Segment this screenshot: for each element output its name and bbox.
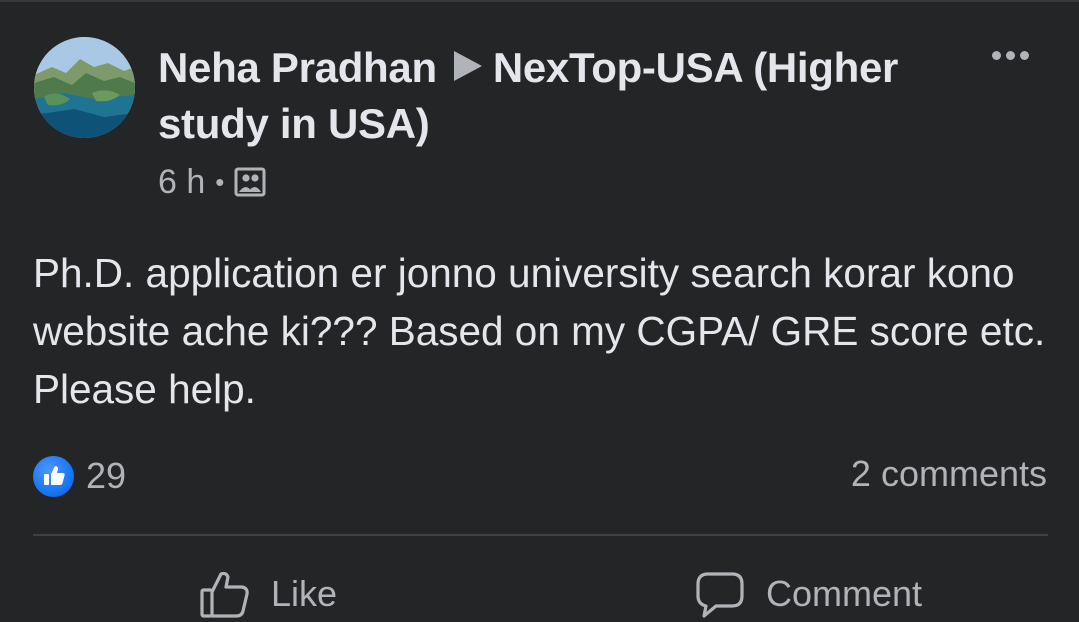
author-name[interactable]: Neha Pradhan — [158, 44, 437, 91]
triangle-right-icon — [451, 40, 483, 96]
reaction-count: 29 — [86, 455, 127, 496]
more-dot-icon — [1019, 50, 1029, 60]
more-dot-icon — [1005, 50, 1015, 60]
post-header-title: Neha Pradhan NexTop-USA (Higher study in … — [158, 40, 968, 152]
comment-label: Comment — [766, 573, 923, 614]
actions-divider — [33, 534, 1048, 536]
avatar-landscape-image — [34, 37, 135, 138]
thumbs-up-icon — [200, 571, 249, 618]
post-meta: 6 h • — [158, 160, 266, 204]
meta-separator: • — [215, 166, 225, 197]
post-timestamp[interactable]: 6 h — [158, 163, 205, 202]
top-edge-divider — [0, 0, 1079, 2]
comment-button[interactable]: Comment — [694, 566, 922, 622]
comments-count-link[interactable]: 2 comments — [851, 453, 1047, 495]
more-options-button[interactable] — [985, 40, 1035, 70]
post-body-text: Ph.D. application er jonno university se… — [33, 250, 1046, 412]
reaction-summary[interactable]: 29 — [33, 451, 126, 501]
more-dot-icon — [991, 50, 1001, 60]
like-reaction-icon — [33, 455, 74, 497]
author-avatar[interactable] — [34, 37, 135, 138]
like-label: Like — [271, 573, 338, 614]
comment-bubble-icon — [696, 572, 744, 618]
group-audience-icon[interactable] — [234, 166, 266, 198]
like-button[interactable]: Like — [199, 566, 337, 622]
